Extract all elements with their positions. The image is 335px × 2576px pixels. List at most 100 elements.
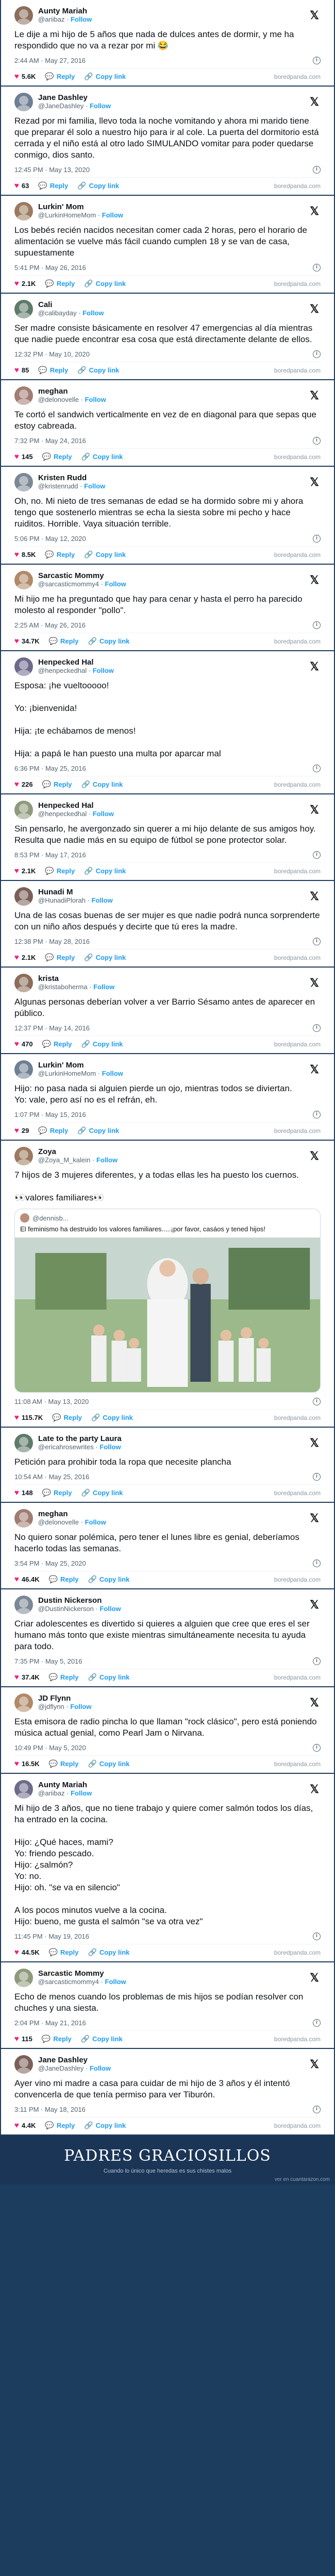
follow-button[interactable]: Follow [96, 1156, 118, 1164]
tweet-timestamp[interactable]: 7:35 PM · May 5, 2016 [14, 1657, 82, 1665]
copy-link-button[interactable]: 🔗 Copy link [91, 1413, 133, 1422]
info-icon[interactable]: i [313, 1110, 321, 1118]
follow-button[interactable]: Follow [93, 810, 114, 818]
follow-button[interactable]: Follow [90, 2064, 111, 2072]
author-name[interactable]: meghan [38, 387, 308, 396]
tweet-timestamp[interactable]: 10:54 AM · May 25, 2016 [14, 1473, 89, 1481]
author-handle[interactable]: @LurkinHomeMom [38, 1070, 96, 1077]
copy-link-button[interactable]: 🔗 Copy link [84, 2121, 126, 2130]
heart-icon[interactable]: ♥ [14, 2035, 19, 2043]
author-handle[interactable]: @sarcasticmommy4 [38, 1978, 99, 1986]
avatar[interactable] [14, 1434, 33, 1452]
author-handle[interactable]: @HunadiPlorah [38, 896, 86, 904]
tweet-card[interactable]: Jane Dashley @JaneDashley · Follow 𝕏 Aye… [1, 2049, 334, 2136]
reply-button[interactable]: 💬 Reply [49, 1948, 79, 1957]
x-logo-icon[interactable]: 𝕏 [308, 660, 321, 673]
x-logo-icon[interactable]: 𝕏 [308, 1783, 321, 1796]
tweet-timestamp[interactable]: 3:11 PM · May 18, 2016 [14, 2106, 86, 2113]
heart-icon[interactable]: ♥ [14, 953, 19, 962]
info-icon[interactable]: i [313, 2105, 321, 2113]
info-icon[interactable]: i [313, 851, 321, 859]
avatar[interactable] [14, 1780, 33, 1799]
copy-link-button[interactable]: 🔗 Copy link [77, 181, 119, 190]
copy-link-button[interactable]: 🔗 Copy link [84, 867, 126, 875]
avatar[interactable] [14, 801, 33, 819]
author-handle[interactable]: @calibayday [38, 309, 77, 317]
x-logo-icon[interactable]: 𝕏 [308, 1971, 321, 1985]
author-name[interactable]: Lurkin' Mom [38, 203, 308, 211]
reply-button[interactable]: 💬 Reply [42, 2035, 72, 2043]
reply-button[interactable]: 💬 Reply [42, 780, 72, 789]
follow-button[interactable]: Follow [99, 1605, 121, 1613]
copy-link-button[interactable]: 🔗 Copy link [81, 780, 123, 789]
heart-icon[interactable]: ♥ [14, 1126, 19, 1135]
tweet-card[interactable]: Sarcastic Mommy @sarcasticmommy4 · Follo… [1, 565, 334, 651]
copy-link-button[interactable]: 🔗 Copy link [77, 366, 119, 375]
tweet-timestamp[interactable]: 2:25 AM · May 26, 2016 [14, 621, 86, 629]
x-logo-icon[interactable]: 𝕏 [308, 2058, 321, 2071]
x-logo-icon[interactable]: 𝕏 [308, 890, 321, 903]
avatar[interactable] [14, 657, 33, 676]
x-logo-icon[interactable]: 𝕏 [308, 573, 321, 587]
heart-icon[interactable]: ♥ [14, 1759, 19, 1768]
heart-icon[interactable]: ♥ [14, 550, 19, 559]
info-icon[interactable]: i [313, 1559, 321, 1567]
follow-button[interactable]: Follow [102, 1070, 123, 1077]
copy-link-button[interactable]: 🔗 Copy link [88, 1575, 129, 1584]
author-name[interactable]: Henpecked Hal [38, 658, 308, 667]
avatar[interactable] [14, 887, 33, 906]
tweet-timestamp[interactable]: 10:49 PM · May 5, 2020 [14, 1744, 86, 1752]
info-icon[interactable]: i [313, 165, 321, 174]
follow-button[interactable]: Follow [99, 1443, 121, 1451]
author-handle[interactable]: @kristenrudd [38, 482, 78, 490]
tweet-timestamp[interactable]: 12:45 PM · May 13, 2020 [14, 166, 90, 174]
x-logo-icon[interactable]: 𝕏 [308, 205, 321, 218]
tweet-card[interactable]: Henpecked Hal @henpeckedhal · Follow 𝕏 E… [1, 651, 334, 794]
tweet-timestamp[interactable]: 8:53 PM · May 17, 2016 [14, 851, 86, 859]
heart-icon[interactable]: ♥ [14, 1413, 19, 1422]
info-icon[interactable]: i [313, 534, 321, 543]
tweet-timestamp[interactable]: 1:07 PM · May 15, 2016 [14, 1111, 86, 1118]
author-name[interactable]: Aunty Mariah [38, 7, 308, 15]
tweet-timestamp[interactable]: 6:36 PM · May 25, 2016 [14, 765, 86, 772]
avatar[interactable] [14, 1969, 33, 1987]
author-name[interactable]: JD Flynn [38, 1694, 308, 1703]
author-name[interactable]: Henpecked Hal [38, 802, 308, 810]
x-logo-icon[interactable]: 𝕏 [308, 1063, 321, 1076]
info-icon[interactable]: i [313, 56, 321, 64]
reply-button[interactable]: 💬 Reply [42, 452, 72, 461]
heart-icon[interactable]: ♥ [14, 2121, 19, 2130]
heart-icon[interactable]: ♥ [14, 181, 19, 190]
tweet-card[interactable]: Sarcastic Mommy @sarcasticmommy4 · Follo… [1, 1962, 334, 2049]
avatar[interactable] [14, 93, 33, 111]
author-handle[interactable]: @delonovelle [38, 396, 79, 403]
reply-button[interactable]: 💬 Reply [49, 1759, 79, 1768]
avatar[interactable] [14, 571, 33, 589]
reply-button[interactable]: 💬 Reply [45, 867, 75, 875]
copy-link-button[interactable]: 🔗 Copy link [84, 279, 126, 288]
info-icon[interactable]: i [313, 2019, 321, 2027]
x-logo-icon[interactable]: 𝕏 [308, 302, 321, 316]
x-logo-icon[interactable]: 𝕏 [308, 9, 321, 22]
avatar[interactable] [14, 974, 33, 992]
heart-icon[interactable]: ♥ [14, 637, 19, 646]
reply-button[interactable]: 💬 Reply [45, 953, 75, 962]
avatar[interactable] [14, 386, 33, 405]
avatar[interactable] [14, 2055, 33, 2074]
reply-button[interactable]: 💬 Reply [49, 1673, 79, 1682]
x-logo-icon[interactable]: 𝕏 [308, 1436, 321, 1450]
heart-icon[interactable]: ♥ [14, 1948, 19, 1957]
reply-button[interactable]: 💬 Reply [42, 1040, 72, 1048]
info-icon[interactable]: i [313, 1743, 321, 1752]
tweet-card[interactable]: Henpecked Hal @henpeckedhal · Follow 𝕏 S… [1, 794, 334, 881]
author-handle[interactable]: @henpeckedhal [38, 810, 87, 818]
author-handle[interactable]: @ericahrosewrites [38, 1443, 94, 1451]
avatar[interactable] [14, 1060, 33, 1079]
copy-link-button[interactable]: 🔗 Copy link [81, 1040, 123, 1048]
x-logo-icon[interactable]: 𝕏 [308, 803, 321, 817]
info-icon[interactable]: i [313, 621, 321, 629]
author-handle[interactable]: @LurkinHomeMom [38, 211, 96, 219]
follow-button[interactable]: Follow [102, 211, 123, 219]
avatar[interactable] [14, 1693, 33, 1712]
tweet-timestamp[interactable]: 5:06 PM · May 12, 2020 [14, 535, 86, 543]
